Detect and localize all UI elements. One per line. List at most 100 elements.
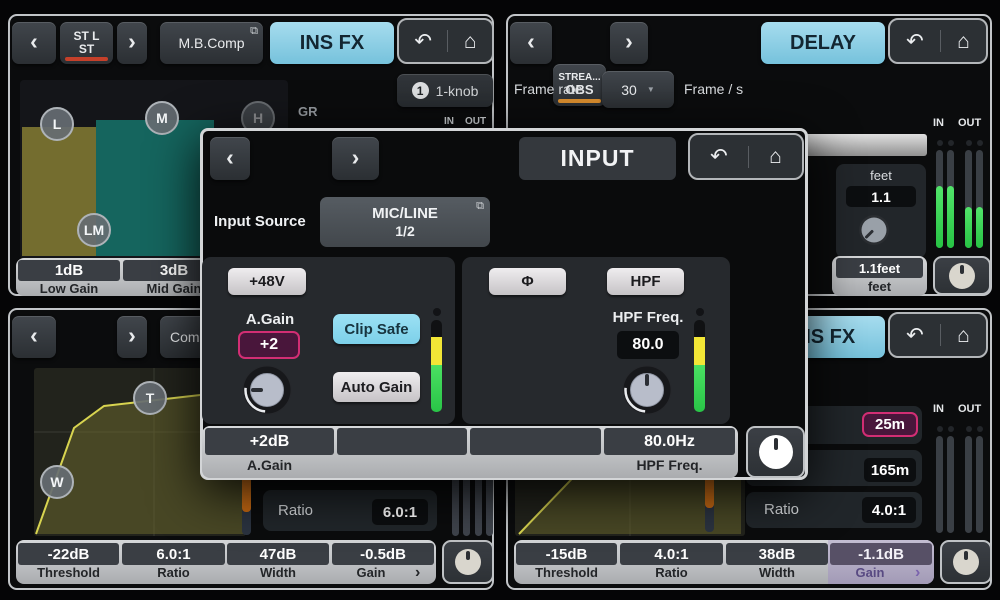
prev-channel-button[interactable]: ‹ — [510, 22, 552, 64]
clip-safe-button[interactable]: Clip Safe — [333, 314, 420, 344]
param-cell[interactable] — [337, 428, 467, 455]
band-handle-lowmid[interactable]: LM — [77, 213, 111, 247]
home-icon[interactable]: ⌂ — [464, 31, 477, 52]
ratio-value-box[interactable]: 6.0:1 — [372, 499, 428, 525]
param-cell[interactable]: 38dB — [726, 543, 828, 565]
preset-name-button[interactable]: M.B.Comp ⧉ — [160, 22, 263, 64]
feet-value: 1.1 — [871, 188, 891, 205]
next-channel-button[interactable]: › — [332, 137, 379, 180]
input-source-line1: MIC/LINE — [372, 204, 438, 222]
undo-icon[interactable]: ↶ — [414, 31, 432, 52]
band-handle-mid[interactable]: M — [145, 101, 179, 135]
input-source-button[interactable]: MIC/LINE 1/2 ⧉ — [320, 197, 490, 247]
meter-peak-dot — [948, 426, 954, 432]
next-channel-button[interactable]: › — [117, 22, 147, 64]
out-meter — [976, 150, 983, 248]
one-knob-button[interactable]: 1 1-knob — [397, 74, 493, 107]
param-value: 25m — [874, 416, 906, 433]
home-icon[interactable]: ⌂ — [957, 31, 970, 52]
prev-channel-button[interactable]: ‹ — [12, 22, 56, 64]
knob-mode-button[interactable] — [746, 426, 805, 478]
param-value: 6.0:1 — [156, 545, 191, 563]
copy-icon: ⧉ — [476, 200, 484, 212]
param-cell[interactable]: 80.0Hz — [604, 428, 735, 455]
input-source-line2: 1/2 — [395, 222, 415, 239]
meter-peak-dot — [937, 140, 943, 146]
nav-group: ↶ ⌂ — [397, 18, 494, 64]
home-icon[interactable]: ⌂ — [769, 146, 782, 167]
page-title-delay[interactable]: DELAY — [761, 22, 885, 64]
page-title-ins-fx[interactable]: INS FX — [270, 22, 394, 64]
band-handle-label: L — [52, 116, 62, 132]
nav-group: ↶ ⌂ — [688, 133, 804, 180]
param-cell[interactable]: 1.1feet — [836, 258, 923, 278]
param-cell[interactable]: 6.0:1 — [122, 543, 225, 565]
auto-gain-button[interactable]: Auto Gain — [333, 372, 420, 402]
width-handle[interactable]: W — [40, 465, 74, 499]
chevron-right-icon: › — [128, 322, 136, 348]
auto-gain-label: Auto Gain — [340, 378, 413, 396]
chevron-left-icon: ‹ — [30, 28, 38, 54]
param-label: Gain — [356, 565, 386, 580]
band-handle-label: H — [252, 110, 264, 126]
param-cell[interactable]: -22dB — [18, 543, 119, 565]
again-knob[interactable] — [240, 363, 294, 417]
next-channel-button[interactable]: › — [117, 316, 147, 358]
meter-peak-dot — [433, 308, 441, 316]
selected-value-box[interactable]: 25m — [862, 412, 918, 437]
param-label: A.Gain — [246, 457, 293, 473]
divider — [939, 324, 941, 346]
feet-label: feet — [870, 168, 892, 183]
undo-icon[interactable]: ↶ — [906, 325, 924, 346]
channel-select-button[interactable]: ST L ST — [60, 22, 113, 64]
param-value: 38dB — [758, 545, 796, 563]
param-cell-selected[interactable]: -1.1dB — [830, 543, 932, 565]
phase-label: Φ — [521, 273, 534, 290]
feet-knob[interactable] — [856, 212, 892, 248]
in-meter — [947, 150, 954, 248]
prev-channel-button[interactable]: ‹ — [12, 316, 56, 358]
param-cell[interactable]: -0.5dB — [332, 543, 434, 565]
again-value-box[interactable]: +2 — [238, 331, 300, 359]
undo-icon[interactable]: ↶ — [906, 31, 924, 52]
param-cell[interactable]: -15dB — [516, 543, 617, 565]
more-params-icon[interactable]: › — [415, 564, 420, 582]
param-value: -22dB — [47, 545, 90, 563]
param-value: -1.1dB — [858, 545, 904, 563]
phase-button[interactable]: Φ — [489, 268, 566, 295]
threshold-handle[interactable]: T — [133, 381, 167, 415]
frame-rate-dropdown[interactable]: 30 ▼ — [602, 71, 674, 108]
meter-peak-dot — [948, 140, 954, 146]
copy-icon: ⧉ — [250, 25, 258, 37]
param-cell[interactable]: 1dB — [18, 260, 120, 281]
out-label: OUT — [958, 403, 982, 415]
hpf-freq-knob[interactable] — [620, 363, 674, 417]
frame-unit-label: Frame / s — [684, 81, 744, 97]
knob-mode-button[interactable] — [442, 540, 494, 584]
param-cell[interactable]: +2dB — [205, 428, 334, 455]
param-cell[interactable]: 4.0:1 — [620, 543, 723, 565]
undo-icon[interactable]: ↶ — [710, 146, 728, 167]
next-channel-button[interactable]: › — [610, 22, 648, 64]
prev-channel-button[interactable]: ‹ — [210, 137, 250, 180]
band-handle-low[interactable]: L — [40, 107, 74, 141]
out-meter — [965, 150, 972, 248]
knob-mode-button[interactable] — [933, 256, 991, 295]
divider — [747, 145, 749, 168]
more-params-icon[interactable]: › — [915, 564, 920, 582]
value-box[interactable]: 165m — [864, 458, 916, 482]
hpf-freq-value-box[interactable]: 80.0 — [617, 331, 679, 359]
param-value: 165m — [870, 461, 910, 479]
phantom-48v-button[interactable]: +48V — [228, 268, 306, 295]
param-cell[interactable] — [470, 428, 601, 455]
knob-mode-button[interactable] — [940, 540, 992, 584]
param-cell[interactable]: 47dB — [227, 543, 329, 565]
gr-label: GR — [298, 104, 318, 119]
home-icon[interactable]: ⌂ — [957, 325, 970, 346]
frame-rate-value: 30 — [621, 81, 637, 98]
hpf-button[interactable]: HPF — [607, 268, 684, 295]
ratio-value-box[interactable]: 4.0:1 — [862, 497, 916, 523]
feet-value-box[interactable]: 1.1 — [846, 186, 916, 207]
chevron-left-icon: ‹ — [527, 28, 535, 54]
clip-safe-label: Clip Safe — [344, 320, 409, 338]
